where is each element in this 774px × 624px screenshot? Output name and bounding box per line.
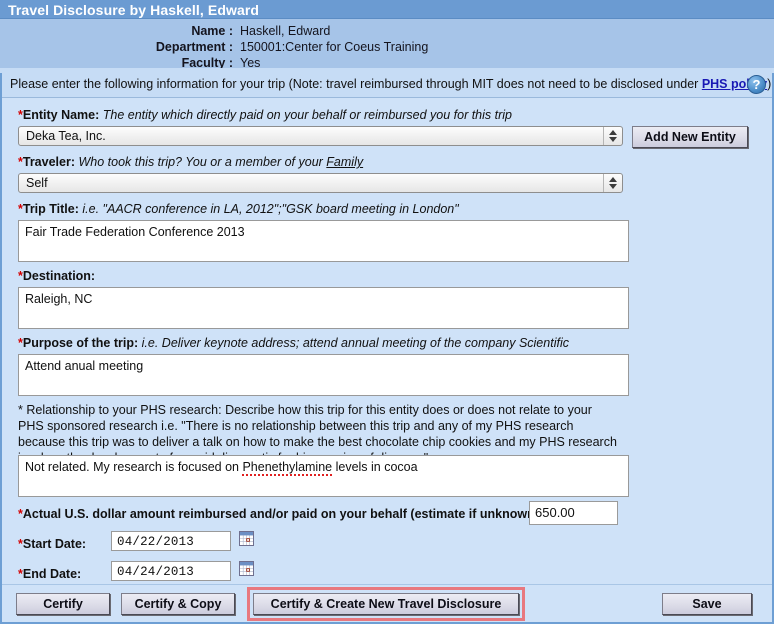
purpose-value: Attend anual meeting xyxy=(25,359,144,373)
trip-title-value: Fair Trade Federation Conference 2013 xyxy=(25,225,245,239)
trip-title-label-text: Trip Title: xyxy=(22,202,79,216)
info-label-name: Name : xyxy=(191,24,233,38)
entity-name-selected-value: Deka Tea, Inc. xyxy=(26,129,106,143)
destination-label: *Destination: xyxy=(18,269,95,284)
end-date-value: 04/24/2013 xyxy=(117,565,195,579)
traveler-label-text: Traveler: xyxy=(22,155,75,169)
instruction-text: Please enter the following information f… xyxy=(10,77,771,91)
instruction-bar: Please enter the following information f… xyxy=(2,73,772,98)
calendar-icon[interactable] xyxy=(239,561,254,576)
instruction-text-after: ) xyxy=(767,77,772,91)
destination-value: Raleigh, NC xyxy=(25,292,93,306)
entity-name-select[interactable]: Deka Tea, Inc. xyxy=(18,126,623,146)
entity-name-label: *Entity Name: The entity which directly … xyxy=(18,108,512,123)
destination-label-text: Destination: xyxy=(22,269,96,283)
info-value-department: 150001:Center for Coeus Training xyxy=(240,40,429,54)
start-date-input[interactable]: 04/22/2013 xyxy=(111,531,231,551)
save-button[interactable]: Save xyxy=(662,593,752,615)
trip-title-label: *Trip Title: i.e. "AACR conference in LA… xyxy=(18,202,459,217)
start-date-value: 04/22/2013 xyxy=(117,535,195,549)
purpose-label-text: Purpose of the trip: xyxy=(22,336,139,350)
chevron-updown-icon xyxy=(603,127,621,145)
relationship-value: Not related. My research is focused on P… xyxy=(25,460,418,476)
info-label-department: Department : xyxy=(155,40,233,54)
info-value-name: Haskell, Edward xyxy=(240,24,331,38)
amount-label-text: Actual U.S. dollar amount reimbursed and… xyxy=(22,507,554,521)
entity-name-label-text: Entity Name: xyxy=(22,108,100,122)
start-date-label-text: Start Date: xyxy=(22,537,87,551)
window-title-bar: Travel Disclosure by Haskell, Edward xyxy=(0,0,774,19)
relationship-required-star: * xyxy=(18,403,23,417)
traveler-selected-value: Self xyxy=(26,176,48,190)
add-new-entity-button[interactable]: Add New Entity xyxy=(632,126,748,148)
relationship-label-text: Relationship to your PHS research: xyxy=(26,403,222,417)
info-row-department: Department : 150001:Center for Coeus Tra… xyxy=(0,39,774,55)
family-link[interactable]: Family xyxy=(326,155,363,169)
end-date-label: *End Date: xyxy=(18,567,81,582)
purpose-textarea[interactable]: Attend anual meeting xyxy=(18,354,629,396)
person-info-band: Name : Haskell, Edward Department : 1500… xyxy=(0,19,774,70)
certify-and-copy-button[interactable]: Certify & Copy xyxy=(121,593,235,615)
traveler-label: *Traveler: Who took this trip? You or a … xyxy=(18,155,363,170)
destination-textarea[interactable]: Raleigh, NC xyxy=(18,287,629,329)
calendar-icon[interactable] xyxy=(239,531,254,546)
start-date-label: *Start Date: xyxy=(18,537,86,552)
traveler-select[interactable]: Self xyxy=(18,173,623,193)
amount-input[interactable]: 650.00 xyxy=(529,501,618,525)
action-bar: Certify Certify & Copy Certify & Create … xyxy=(2,584,772,622)
page-title: Travel Disclosure by Haskell, Edward xyxy=(8,2,260,18)
entity-name-hint: The entity which directly paid on your b… xyxy=(102,108,512,122)
relationship-value-misspelled-word: Phenethylamine xyxy=(242,460,333,476)
chevron-updown-icon xyxy=(603,174,621,192)
certify-and-create-new-travel-disclosure-button[interactable]: Certify & Create New Travel Disclosure xyxy=(253,593,519,615)
purpose-label: *Purpose of the trip: i.e. Deliver keyno… xyxy=(18,336,569,351)
relationship-value-part1: Not related. My research is focused on xyxy=(25,460,243,474)
end-date-input[interactable]: 04/24/2013 xyxy=(111,561,231,581)
help-icon[interactable]: ? xyxy=(747,75,766,94)
instruction-text-before: Please enter the following information f… xyxy=(10,77,702,91)
relationship-value-part2: levels in cocoa xyxy=(332,460,418,474)
traveler-hint: Who took this trip? You or a member of y… xyxy=(78,155,327,169)
disclosure-form-panel: Please enter the following information f… xyxy=(0,73,774,624)
certify-button[interactable]: Certify xyxy=(16,593,110,615)
amount-value: 650.00 xyxy=(535,505,575,520)
trip-title-textarea[interactable]: Fair Trade Federation Conference 2013 xyxy=(18,220,629,262)
travel-disclosure-page: Travel Disclosure by Haskell, Edward Nam… xyxy=(0,0,774,624)
amount-label: *Actual U.S. dollar amount reimbursed an… xyxy=(18,507,554,522)
trip-title-hint: i.e. "AACR conference in LA, 2012";"GSK … xyxy=(82,202,459,216)
info-row-name: Name : Haskell, Edward xyxy=(0,23,774,39)
end-date-label-text: End Date: xyxy=(22,567,82,581)
relationship-textarea[interactable]: Not related. My research is focused on P… xyxy=(18,455,629,497)
purpose-hint: i.e. Deliver keynote address; attend ann… xyxy=(141,336,569,350)
